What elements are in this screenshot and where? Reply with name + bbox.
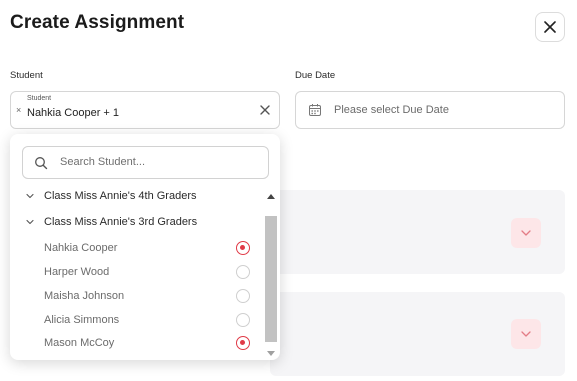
unselected-radio[interactable] xyxy=(236,289,250,303)
due-date-placeholder: Please select Due Date xyxy=(334,104,449,116)
student-mini-label: Student xyxy=(27,95,52,102)
scrollbar-thumb[interactable] xyxy=(265,216,277,342)
student-option[interactable]: Alicia Simmons xyxy=(44,313,250,327)
expand-button[interactable] xyxy=(511,218,541,248)
dropdown-scrollbar[interactable] xyxy=(265,192,277,358)
remove-chip-icon[interactable]: × xyxy=(16,105,21,115)
search-placeholder: Search Student... xyxy=(60,156,145,168)
student-dropdown: Search Student... Class Miss Annie's 4th… xyxy=(10,134,280,360)
close-button[interactable] xyxy=(535,12,565,42)
group-label: Class Miss Annie's 4th Graders xyxy=(44,190,197,202)
unselected-radio[interactable] xyxy=(236,313,250,327)
search-student-input[interactable]: Search Student... xyxy=(22,146,269,179)
chevron-down-icon xyxy=(26,193,34,198)
student-name: Maisha Johnson xyxy=(44,290,125,302)
student-name: Mason McCoy xyxy=(44,337,115,349)
due-date-field[interactable]: Please select Due Date xyxy=(295,91,565,129)
student-name: Alicia Simmons xyxy=(44,314,120,326)
unselected-radio[interactable] xyxy=(236,265,250,279)
student-name: Harper Wood xyxy=(44,266,110,278)
calendar-icon xyxy=(309,104,321,116)
student-option[interactable]: Maisha Johnson xyxy=(44,289,250,303)
student-selected-value: Nahkia Cooper + 1 xyxy=(27,107,120,119)
student-option[interactable]: Harper Wood xyxy=(44,265,250,279)
search-icon xyxy=(35,157,48,170)
group-label: Class Miss Annie's 3rd Graders xyxy=(44,216,198,228)
class-group-3rd[interactable]: Class Miss Annie's 3rd Graders xyxy=(24,216,197,228)
class-group-4th[interactable]: Class Miss Annie's 4th Graders xyxy=(24,190,197,202)
due-date-label: Due Date xyxy=(295,70,336,81)
expand-button[interactable] xyxy=(511,319,541,349)
student-select[interactable]: × Student Nahkia Cooper + 1 xyxy=(10,91,280,129)
close-icon xyxy=(544,21,556,33)
chevron-down-icon xyxy=(521,331,531,337)
selected-radio[interactable] xyxy=(236,336,250,350)
page-title: Create Assignment xyxy=(10,12,185,33)
scroll-down-arrow-icon[interactable] xyxy=(267,351,275,356)
chevron-down-icon xyxy=(521,230,531,236)
student-option[interactable]: Nahkia Cooper xyxy=(44,241,250,255)
selected-radio[interactable] xyxy=(236,241,250,255)
student-option[interactable]: Mason McCoy xyxy=(44,336,250,350)
student-name: Nahkia Cooper xyxy=(44,242,118,254)
scroll-up-arrow-icon[interactable] xyxy=(267,194,275,199)
chevron-down-icon xyxy=(26,219,34,224)
student-label: Student xyxy=(10,70,43,81)
clear-icon[interactable] xyxy=(258,103,272,117)
